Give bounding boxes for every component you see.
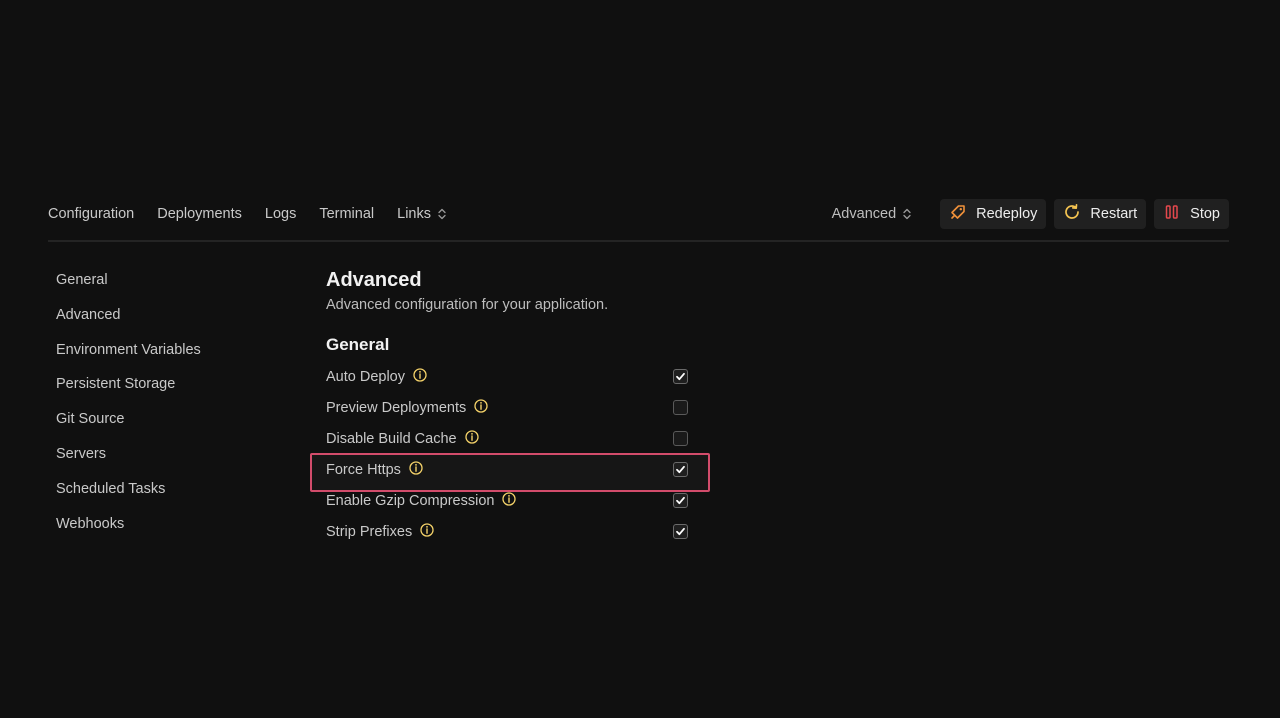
setting-checkbox[interactable] — [673, 369, 688, 384]
page-description: Advanced configuration for your applicat… — [326, 297, 609, 313]
setting-label: Enable Gzip Compression — [326, 492, 495, 509]
setting-checkbox[interactable] — [673, 493, 688, 508]
setting-row-enable-gzip-compression: Enable Gzip Compression — [326, 485, 706, 516]
setting-checkbox[interactable] — [673, 524, 688, 539]
rocket-icon — [949, 203, 976, 225]
chevron-up-down-icon — [438, 208, 446, 220]
setting-row-auto-deploy: Auto Deploy — [326, 361, 706, 392]
setting-checkbox[interactable] — [673, 462, 688, 477]
advanced-settings-panel: Advanced Advanced configuration for your… — [310, 266, 710, 547]
tab-label: Logs — [264, 206, 297, 222]
checkmark-icon — [676, 465, 685, 474]
setting-label: Force Https — [326, 461, 401, 478]
sidebar-item-servers[interactable]: Servers — [56, 442, 201, 466]
stop-button[interactable]: Stop — [1154, 199, 1229, 229]
checkmark-icon — [676, 496, 685, 505]
sidebar-item-advanced[interactable]: Advanced — [56, 303, 201, 327]
redeploy-label: Redeploy — [976, 206, 1038, 222]
advanced-select[interactable]: Advanced — [832, 206, 912, 222]
setting-label: Disable Build Cache — [326, 430, 457, 447]
checkmark-icon — [676, 527, 685, 536]
sidebar-item-general[interactable]: General — [56, 268, 201, 292]
checkmark-icon — [676, 372, 685, 381]
setting-row-preview-deployments: Preview Deployments — [326, 392, 706, 423]
stop-label: Stop — [1190, 206, 1220, 222]
setting-label: Preview Deployments — [326, 399, 467, 416]
chevron-up-down-icon — [903, 208, 911, 220]
tab-logs[interactable]: Logs — [265, 206, 296, 222]
info-icon[interactable] — [464, 429, 479, 444]
tab-label: Deployments — [157, 206, 242, 222]
advanced-select-value: Advanced — [831, 206, 897, 222]
tab-label: Terminal — [319, 206, 375, 222]
sidebar-item-environment-variables[interactable]: Environment Variables — [56, 338, 201, 362]
setting-checkbox[interactable] — [673, 431, 688, 446]
tab-terminal[interactable]: Terminal — [319, 206, 374, 222]
info-icon[interactable] — [502, 491, 517, 506]
setting-checkbox[interactable] — [673, 400, 688, 415]
tab-configuration[interactable]: Configuration — [48, 206, 134, 222]
settings-sidebar: General Advanced Environment Variables P… — [56, 268, 201, 546]
top-navigation-bar: Configuration Deployments Logs Terminal … — [48, 198, 1229, 242]
redeploy-button[interactable]: Redeploy — [940, 199, 1047, 229]
stop-icon — [1163, 203, 1190, 225]
restart-label: Restart — [1090, 206, 1138, 222]
sidebar-item-git-source[interactable]: Git Source — [56, 407, 201, 431]
setting-label: Auto Deploy — [326, 368, 405, 385]
tab-links-dropdown[interactable]: Links — [397, 206, 446, 222]
tab-deployments[interactable]: Deployments — [157, 206, 242, 222]
page-title: Advanced — [326, 269, 422, 291]
setting-row-strip-prefixes: Strip Prefixes — [326, 516, 706, 547]
info-icon[interactable] — [474, 398, 488, 413]
tab-label: Links — [397, 206, 431, 222]
action-toolbar: Advanced Redeploy Restart Stop — [832, 198, 1229, 230]
sidebar-item-webhooks[interactable]: Webhooks — [56, 512, 201, 536]
main-tabs: Configuration Deployments Logs Terminal … — [48, 198, 469, 230]
section-title: General — [326, 335, 390, 354]
sidebar-item-scheduled-tasks[interactable]: Scheduled Tasks — [56, 477, 201, 501]
setting-row-disable-build-cache: Disable Build Cache — [326, 423, 706, 454]
setting-label: Strip Prefixes — [326, 523, 413, 540]
tab-label: Configuration — [48, 206, 135, 222]
restart-button[interactable]: Restart — [1054, 199, 1147, 229]
info-icon[interactable] — [420, 522, 434, 537]
sidebar-item-persistent-storage[interactable]: Persistent Storage — [56, 372, 201, 396]
info-icon[interactable] — [413, 367, 427, 382]
setting-row-force-https: Force Https — [310, 453, 710, 492]
settings-list: Auto Deploy Preview Deployments Disable Bu… — [310, 361, 710, 547]
info-icon[interactable] — [409, 460, 423, 475]
restart-icon — [1063, 203, 1090, 225]
